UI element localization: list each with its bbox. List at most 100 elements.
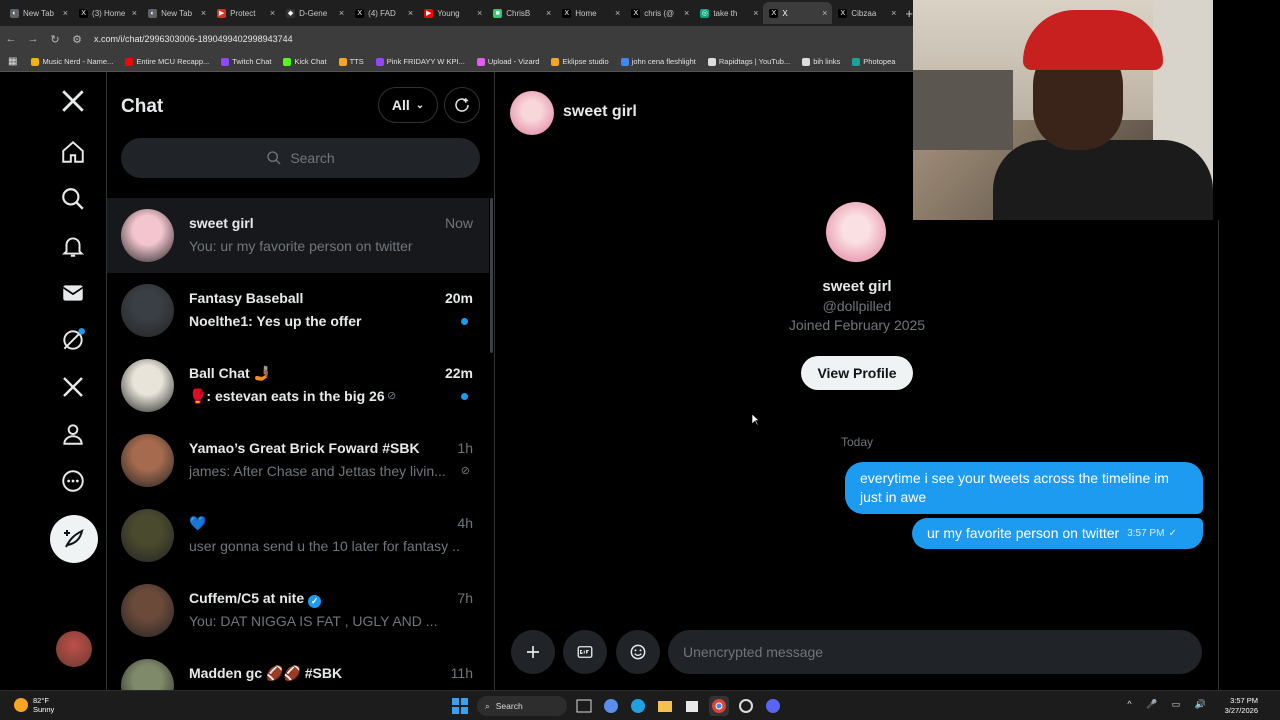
message-bubble[interactable]: ur my favorite person on twitter 3:57 PM… bbox=[912, 518, 1203, 549]
notifications-icon[interactable] bbox=[56, 229, 90, 263]
close-tab-icon[interactable]: × bbox=[615, 8, 620, 18]
messages-icon[interactable] bbox=[56, 276, 90, 310]
close-tab-icon[interactable]: × bbox=[408, 8, 413, 18]
close-tab-icon[interactable]: × bbox=[891, 8, 896, 18]
browser-tab[interactable]: X X × bbox=[763, 2, 833, 24]
system-tray-icons[interactable]: ^ 🎤 ▭ 🔊 bbox=[1127, 699, 1212, 710]
message-input[interactable]: Unencrypted message bbox=[668, 630, 1202, 674]
bookmark-item[interactable]: Kick Chat bbox=[283, 57, 327, 66]
chrome-icon[interactable] bbox=[709, 696, 729, 716]
emoji-button[interactable] bbox=[616, 630, 660, 674]
conversation-avatar[interactable] bbox=[121, 434, 174, 487]
bookmark-item[interactable]: Music Nerd - Name... bbox=[31, 57, 113, 66]
back-icon[interactable]: ← bbox=[0, 33, 22, 45]
gif-button[interactable] bbox=[563, 630, 607, 674]
account-avatar[interactable] bbox=[56, 631, 92, 667]
premium-x-icon[interactable] bbox=[56, 370, 90, 404]
bookmark-item[interactable]: Rapidtags | YouTub... bbox=[707, 57, 790, 66]
view-profile-button[interactable]: View Profile bbox=[801, 356, 913, 390]
more-icon[interactable] bbox=[56, 464, 90, 498]
browser-tab[interactable]: ▶ Young × bbox=[418, 2, 487, 24]
compose-post-button[interactable] bbox=[50, 515, 98, 563]
taskbar-search[interactable]: ⌕ Search bbox=[477, 696, 567, 716]
bookmark-item[interactable]: TTS bbox=[338, 57, 364, 66]
grok-icon[interactable] bbox=[56, 323, 90, 357]
bookmark-item[interactable]: Photopea bbox=[852, 57, 895, 66]
conversation-avatar[interactable] bbox=[121, 209, 174, 262]
new-chat-button[interactable] bbox=[444, 87, 480, 123]
browser-tab[interactable]: ◐ New Tab × bbox=[4, 2, 73, 24]
message-text: everytime i see your tweets across the t… bbox=[860, 470, 1169, 505]
discord-icon[interactable] bbox=[763, 696, 783, 716]
filter-dropdown[interactable]: All ⌄ bbox=[378, 87, 438, 123]
bookmark-item[interactable]: Upload - Vizard bbox=[476, 57, 539, 66]
taskbar-clock[interactable]: 3:57 PM 3/27/2026 bbox=[1225, 696, 1258, 716]
file-explorer-icon[interactable] bbox=[655, 696, 675, 716]
conversation-row[interactable]: sweet girl You: ur my favorite person on … bbox=[107, 198, 489, 273]
copilot-icon[interactable] bbox=[601, 696, 621, 716]
settings-icon[interactable] bbox=[736, 696, 756, 716]
browser-tab[interactable]: X Home × bbox=[556, 2, 625, 24]
edge-icon[interactable] bbox=[628, 696, 648, 716]
conversation-avatar[interactable] bbox=[121, 509, 174, 562]
close-tab-icon[interactable]: × bbox=[339, 8, 344, 18]
apps-icon[interactable]: ▦ bbox=[8, 56, 17, 67]
tab-favicon-icon: X bbox=[838, 8, 848, 18]
weather-widget[interactable]: 82°F Sunny bbox=[14, 696, 54, 714]
close-tab-icon[interactable]: × bbox=[822, 8, 827, 18]
browser-tab[interactable]: ◐ New Tab × bbox=[142, 2, 211, 24]
explore-icon[interactable] bbox=[56, 182, 90, 216]
bookmark-item[interactable]: john cena fleshlight bbox=[620, 57, 696, 66]
windows-start-icon[interactable] bbox=[450, 696, 470, 716]
header-avatar[interactable] bbox=[510, 91, 554, 135]
profile-avatar[interactable] bbox=[826, 202, 886, 262]
browser-tab[interactable]: X (4) FAD × bbox=[349, 2, 418, 24]
conversation-avatar[interactable] bbox=[121, 284, 174, 337]
browser-tab[interactable]: ◎ take th × bbox=[694, 2, 763, 24]
conversation-avatar[interactable] bbox=[121, 584, 174, 637]
conversation-row[interactable]: Ball Chat 🤳🏾 🥊: estevan eats in the big 2… bbox=[107, 348, 489, 423]
browser-tab[interactable]: Xchris (@ × bbox=[625, 2, 694, 24]
new-tab-icon[interactable]: + bbox=[905, 6, 913, 21]
close-tab-icon[interactable]: × bbox=[132, 8, 137, 18]
close-tab-icon[interactable]: × bbox=[201, 8, 206, 18]
close-tab-icon[interactable]: × bbox=[546, 8, 551, 18]
conversation-avatar[interactable] bbox=[121, 359, 174, 412]
bookmark-item[interactable]: Eklipse studio bbox=[551, 57, 609, 66]
bookmark-favicon-icon bbox=[338, 57, 347, 66]
conversation-row[interactable]: Madden gc 🏈🏈 #SBK 11h bbox=[107, 648, 489, 690]
task-view-icon[interactable] bbox=[574, 696, 594, 716]
forward-icon[interactable]: → bbox=[22, 33, 44, 45]
browser-tab[interactable]: X (3) Home × bbox=[73, 2, 142, 24]
message-bubble[interactable]: everytime i see your tweets across the t… bbox=[845, 462, 1203, 514]
add-attachment-button[interactable] bbox=[511, 630, 555, 674]
chat-list-scrollbar[interactable] bbox=[490, 198, 493, 353]
close-tab-icon[interactable]: × bbox=[477, 8, 482, 18]
profile-icon[interactable] bbox=[56, 417, 90, 451]
bookmark-item[interactable]: Entire MCU Recapp... bbox=[125, 57, 209, 66]
site-info-icon[interactable]: ⚙ bbox=[66, 33, 88, 46]
close-tab-icon[interactable]: × bbox=[684, 8, 689, 18]
home-icon[interactable] bbox=[56, 135, 90, 169]
bookmark-item[interactable]: Twitch Chat bbox=[221, 57, 271, 66]
conversation-row[interactable]: Fantasy Baseball Noelthe1: Yes up the off… bbox=[107, 273, 489, 348]
bookmark-item[interactable]: Pink FRIDAYY W KPI... bbox=[375, 57, 465, 66]
store-icon[interactable] bbox=[682, 696, 702, 716]
reload-icon[interactable]: ↻ bbox=[44, 33, 66, 46]
conversation-row[interactable]: Cuffem/C5 at nite ✓ You: DAT NIGGA IS FAT … bbox=[107, 573, 489, 648]
x-logo-icon[interactable] bbox=[56, 84, 90, 118]
browser-tab[interactable]: ▶ Protect × bbox=[211, 2, 280, 24]
chat-search-input[interactable]: Search bbox=[121, 138, 480, 178]
browser-tab[interactable]: ◆ D-Gene × bbox=[280, 2, 349, 24]
bookmark-item[interactable]: bih links bbox=[802, 57, 840, 66]
conversation-row[interactable]: 💙 user gonna send u the 10 later for fant… bbox=[107, 498, 489, 573]
conversation-row[interactable]: Yamao’s Great Brick Foward #SBK james: Af… bbox=[107, 423, 489, 498]
browser-tab[interactable]: X Cibzaa × bbox=[832, 2, 901, 24]
conversation-avatar[interactable] bbox=[121, 659, 174, 690]
url-field[interactable]: x.com/i/chat/2996303006-1890499402998943… bbox=[94, 34, 293, 44]
conversation-header-name[interactable]: sweet girl bbox=[563, 103, 637, 121]
close-tab-icon[interactable]: × bbox=[270, 8, 275, 18]
close-tab-icon[interactable]: × bbox=[63, 8, 68, 18]
browser-tab[interactable]: ■ ChrisB × bbox=[487, 2, 556, 24]
close-tab-icon[interactable]: × bbox=[753, 8, 758, 18]
